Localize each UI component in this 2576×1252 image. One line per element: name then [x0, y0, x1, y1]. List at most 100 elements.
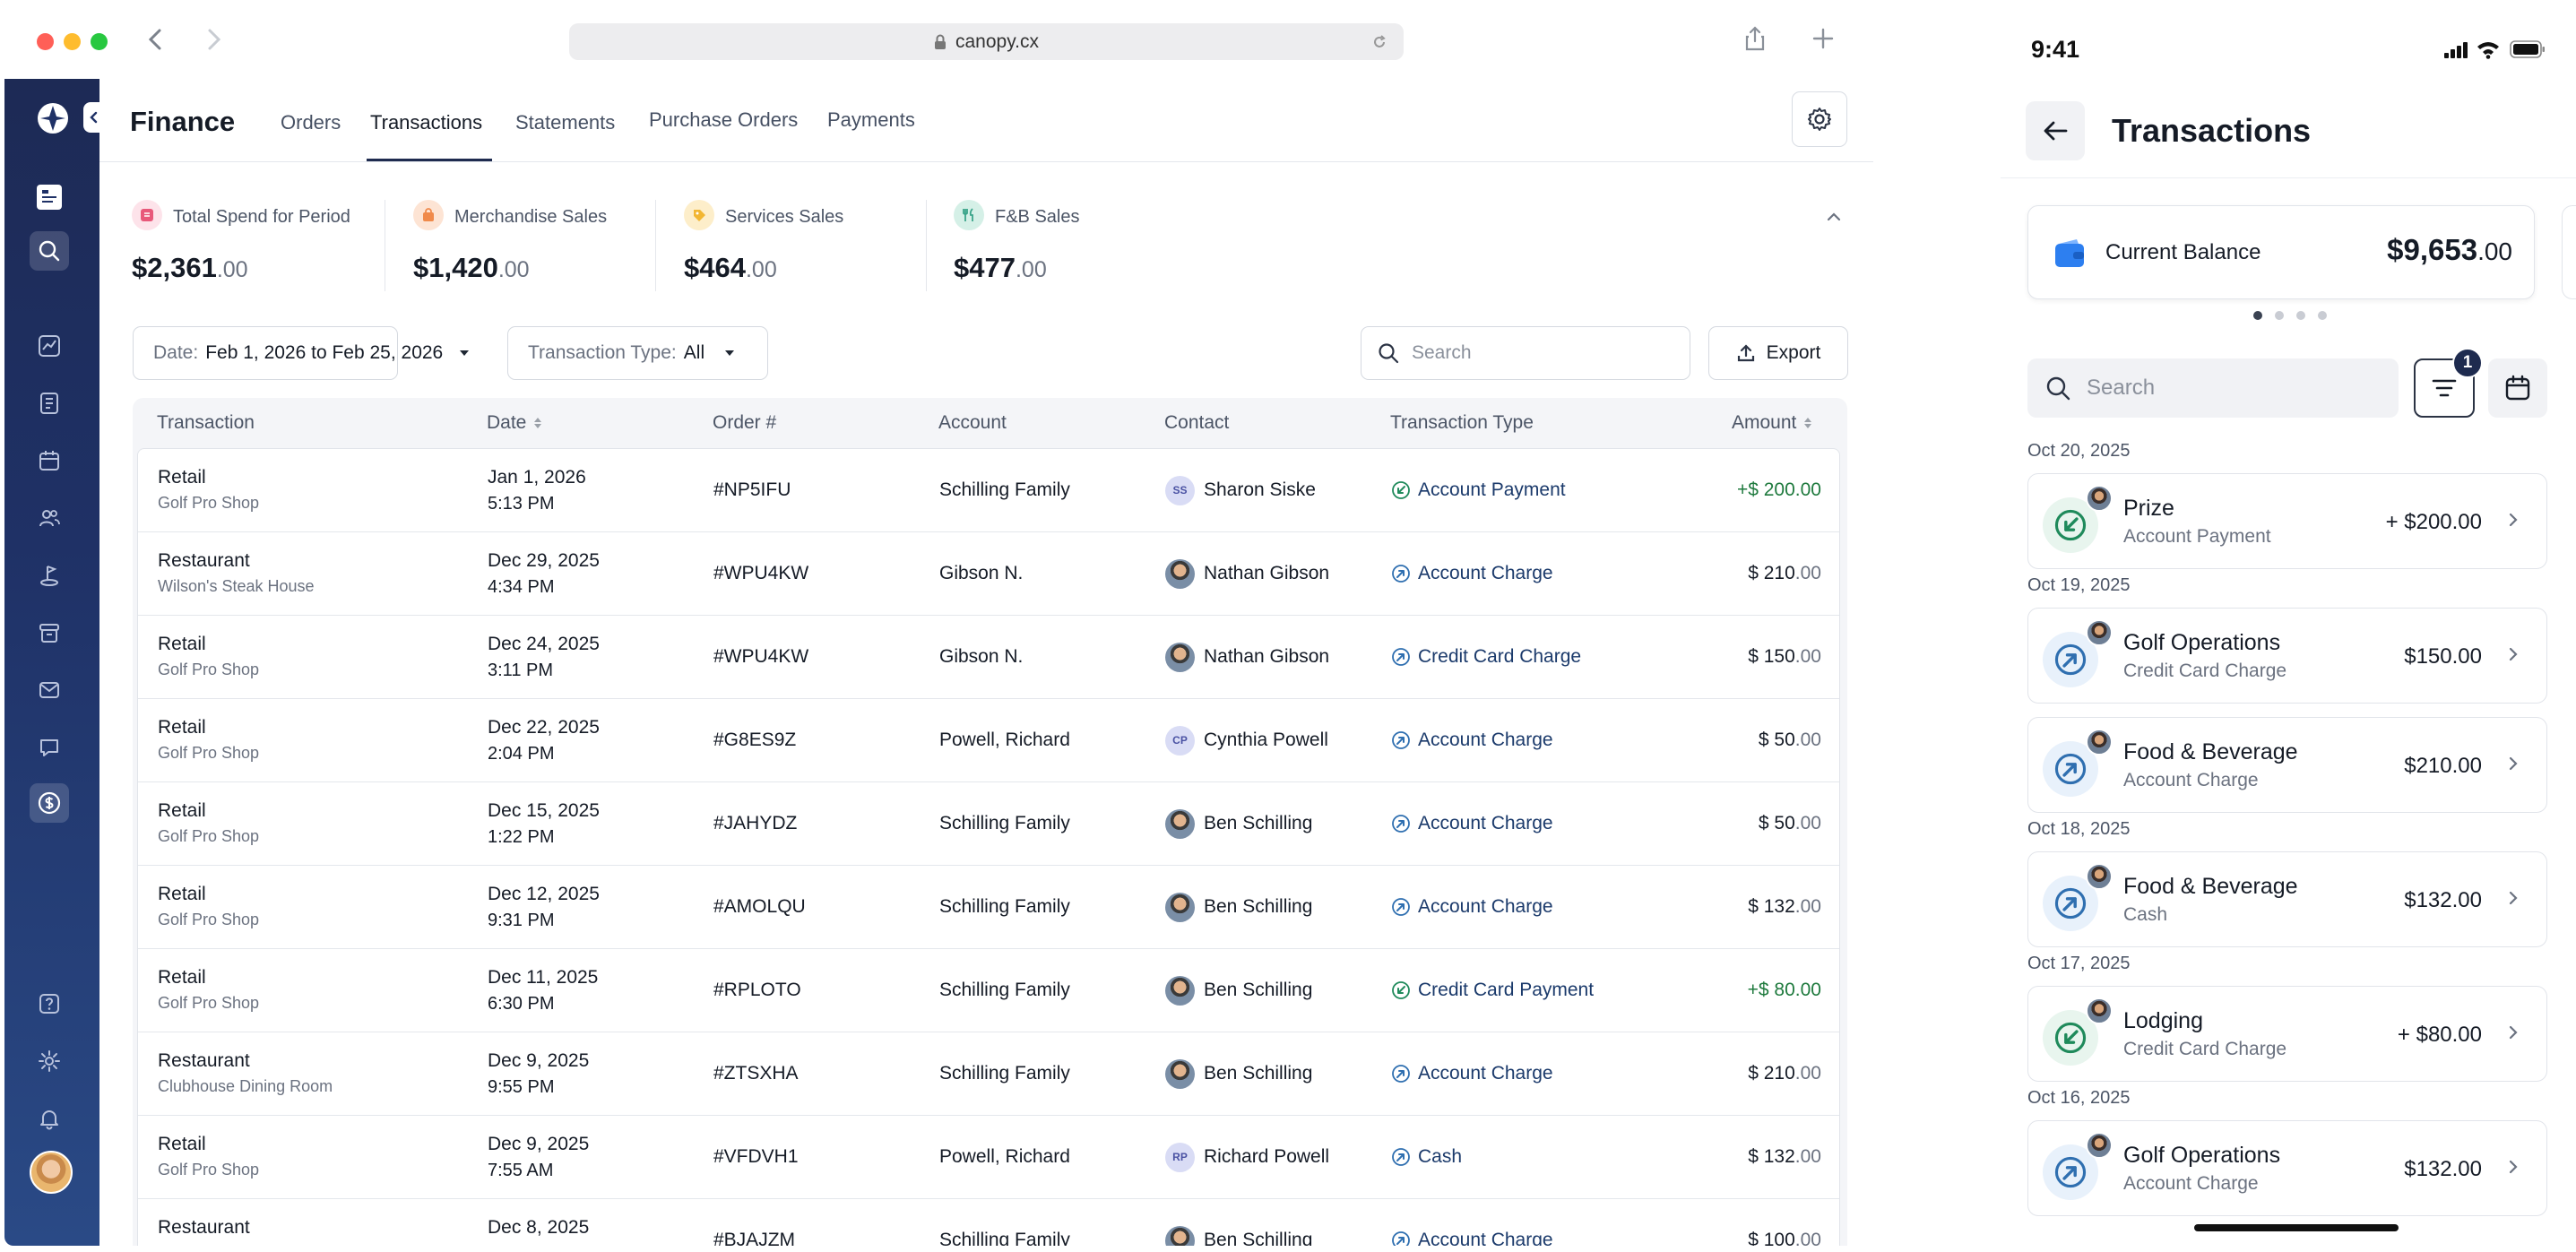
search-nav-icon[interactable] — [30, 231, 69, 271]
order-number[interactable]: #G8ES9Z — [713, 730, 796, 751]
members-icon[interactable] — [30, 498, 69, 538]
forward-arrow-icon[interactable] — [203, 27, 223, 52]
order-number[interactable]: #VFDVH1 — [713, 1146, 799, 1168]
mobile-transaction-card[interactable]: Golf Operations Credit Card Charge $150.00 — [2027, 608, 2547, 704]
calendar-button[interactable] — [2488, 358, 2547, 418]
ledger-icon[interactable] — [30, 384, 69, 423]
account-name[interactable]: Schilling Family — [939, 1230, 1070, 1246]
balance-value: $9,653.00 — [2387, 233, 2512, 266]
account-name[interactable]: Gibson N. — [939, 646, 1023, 668]
contact-cell[interactable]: Ben Schilling — [1165, 891, 1312, 923]
table-row[interactable]: Retail Golf Pro Shop Dec 11, 2025 6:30 PM #R… — [138, 949, 1839, 1032]
tab-transactions[interactable]: Transactions — [370, 111, 482, 134]
col-transaction-type[interactable]: Transaction Type — [1390, 412, 1534, 434]
table-row[interactable]: Retail Golf Pro Shop Jan 1, 2026 5:13 PM #NP… — [138, 449, 1839, 532]
order-number[interactable]: #WPU4KW — [713, 646, 808, 668]
reload-icon[interactable] — [1371, 34, 1387, 50]
account-name[interactable]: Schilling Family — [939, 896, 1070, 918]
mobile-search-input[interactable]: Search — [2027, 358, 2399, 418]
tab-payments[interactable]: Payments — [827, 108, 915, 132]
search-input[interactable]: Search — [1361, 326, 1690, 380]
account-name[interactable]: Schilling Family — [939, 980, 1070, 1001]
table-row[interactable]: Retail Golf Pro Shop Dec 12, 2025 9:31 PM #A… — [138, 866, 1839, 949]
table-row[interactable]: Restaurant Wilson's Steak House Dec 29, 20… — [138, 532, 1839, 616]
help-icon[interactable] — [30, 984, 69, 1023]
contact-cell[interactable]: CP Cynthia Powell — [1165, 724, 1328, 756]
maximize-window-button[interactable] — [91, 33, 108, 50]
tab-purchase-orders[interactable]: Purchase Orders — [649, 108, 798, 132]
table-row[interactable]: Retail Golf Pro Shop Dec 15, 2025 1:22 PM #J… — [138, 782, 1839, 866]
contact-cell[interactable]: Ben Schilling — [1165, 974, 1312, 1006]
mobile-transaction-card[interactable]: Food & Beverage Cash $132.00 — [2027, 851, 2547, 947]
col-order[interactable]: Order # — [713, 412, 776, 434]
close-window-button[interactable] — [37, 33, 54, 50]
address-bar[interactable]: canopy.cx — [569, 23, 1404, 60]
collapse-stats-icon[interactable] — [1826, 212, 1842, 222]
col-amount[interactable]: Amount — [1732, 412, 1812, 434]
col-date[interactable]: Date — [487, 412, 542, 434]
page-dot[interactable] — [2275, 311, 2284, 320]
col-transaction[interactable]: Transaction — [157, 412, 255, 434]
transaction-type-dropdown[interactable]: Transaction Type: All — [507, 326, 768, 380]
order-number[interactable]: #RPLOTO — [713, 980, 801, 1001]
balance-card[interactable]: Current Balance $9,653.00 — [2027, 205, 2535, 299]
chat-icon[interactable] — [30, 728, 69, 767]
table-row[interactable]: Restaurant Clubhouse Dining Room Dec 9, 20… — [138, 1032, 1839, 1116]
account-name[interactable]: Powell, Richard — [939, 730, 1070, 751]
contact-cell[interactable]: Ben Schilling — [1165, 1058, 1312, 1090]
mobile-transaction-card[interactable]: Lodging Credit Card Charge + $80.00 — [2027, 986, 2547, 1082]
settings-nav-icon[interactable] — [30, 1041, 69, 1081]
next-card-peek[interactable] — [2562, 205, 2576, 299]
mobile-transaction-card[interactable]: Food & Beverage Account Charge $210.00 — [2027, 717, 2547, 813]
order-number[interactable]: #AMOLQU — [713, 896, 806, 918]
date-filter-dropdown[interactable]: Date: Feb 1, 2026 to Feb 25, 2026 — [133, 326, 470, 380]
table-row[interactable]: Retail Golf Pro Shop Dec 24, 2025 3:11 PM #W… — [138, 616, 1839, 699]
dashboard-icon[interactable] — [30, 177, 69, 217]
table-row[interactable]: Retail Golf Pro Shop Dec 22, 2025 2:04 PM #G… — [138, 699, 1839, 782]
order-number[interactable]: #JAHYDZ — [713, 813, 797, 834]
export-button[interactable]: Export — [1708, 326, 1848, 380]
order-number[interactable]: #NP5IFU — [713, 479, 791, 501]
table-row[interactable]: Retail Golf Pro Shop Dec 9, 2025 7:55 AM #VF… — [138, 1116, 1839, 1199]
tab-orders[interactable]: Orders — [281, 111, 341, 134]
account-name[interactable]: Powell, Richard — [939, 1146, 1070, 1168]
transaction-amount: $ 132.00 — [1748, 896, 1821, 917]
order-number[interactable]: #WPU4KW — [713, 563, 808, 584]
back-button[interactable] — [2026, 101, 2085, 160]
user-avatar[interactable] — [30, 1151, 73, 1194]
contact-cell[interactable]: Nathan Gibson — [1165, 557, 1329, 590]
account-name[interactable]: Schilling Family — [939, 813, 1070, 834]
calendar-nav-icon[interactable] — [30, 441, 69, 480]
contact-cell[interactable]: Ben Schilling — [1165, 807, 1312, 840]
tab-statements[interactable]: Statements — [515, 111, 615, 134]
mobile-transaction-card[interactable]: Prize Account Payment + $200.00 — [2027, 473, 2547, 569]
back-arrow-icon[interactable] — [146, 27, 166, 52]
golf-icon[interactable] — [30, 556, 69, 595]
table-row[interactable]: Restaurant Wilson's Steak House Dec 8, 202… — [138, 1199, 1839, 1246]
contact-cell[interactable]: Ben Schilling — [1165, 1224, 1312, 1246]
analytics-icon[interactable] — [30, 326, 69, 366]
contact-cell[interactable]: SS Sharon Siske — [1165, 474, 1316, 506]
page-dot[interactable] — [2318, 311, 2327, 320]
app-logo-icon[interactable] — [33, 99, 73, 138]
inventory-icon[interactable] — [30, 613, 69, 652]
page-dot[interactable] — [2296, 311, 2305, 320]
contact-cell[interactable]: Nathan Gibson — [1165, 641, 1329, 673]
order-number[interactable]: #BJAJZM — [713, 1230, 795, 1246]
settings-button[interactable] — [1792, 91, 1847, 147]
bell-icon[interactable] — [30, 1099, 69, 1138]
mail-icon[interactable] — [30, 670, 69, 710]
account-name[interactable]: Schilling Family — [939, 1063, 1070, 1084]
new-tab-icon[interactable] — [1811, 27, 1835, 50]
contact-cell[interactable]: RP Richard Powell — [1165, 1141, 1329, 1173]
col-account[interactable]: Account — [938, 412, 1007, 434]
col-contact[interactable]: Contact — [1164, 412, 1229, 434]
finance-dollar-icon[interactable] — [30, 783, 69, 823]
mobile-transaction-card[interactable]: Golf Operations Account Charge $132.00 — [2027, 1120, 2547, 1216]
account-name[interactable]: Schilling Family — [939, 479, 1070, 501]
account-name[interactable]: Gibson N. — [939, 563, 1023, 584]
order-number[interactable]: #ZTSXHA — [713, 1063, 799, 1084]
minimize-window-button[interactable] — [64, 33, 81, 50]
page-dot-active[interactable] — [2253, 311, 2262, 320]
share-icon[interactable] — [1743, 25, 1767, 52]
